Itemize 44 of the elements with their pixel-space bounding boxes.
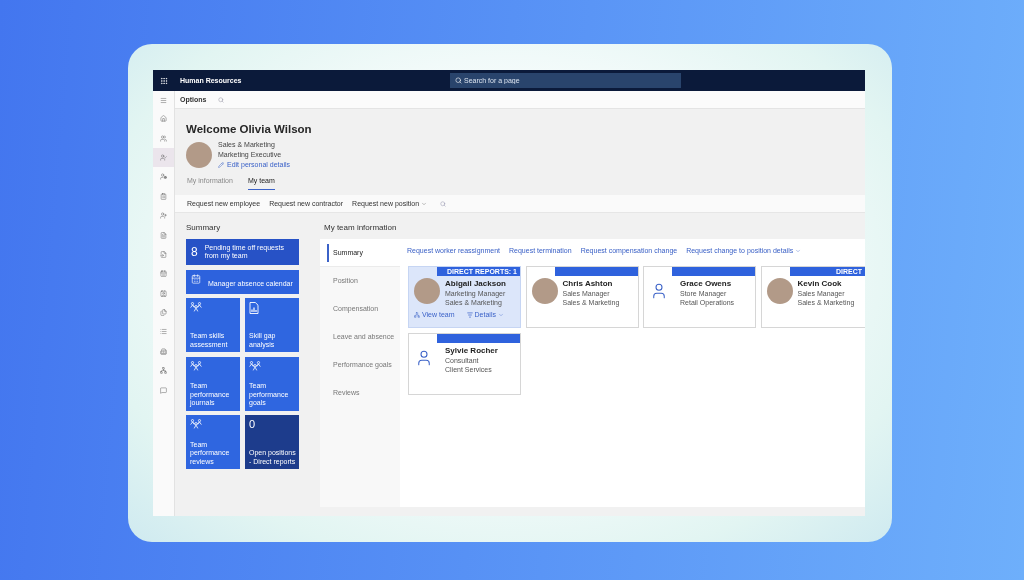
worker-name: Chris Ashton [562, 279, 614, 289]
nav-item[interactable] [153, 147, 174, 168]
search-icon [455, 77, 462, 84]
people-icon [160, 134, 167, 142]
team-icon [249, 360, 261, 371]
avatar-placeholder [414, 278, 440, 304]
welcome-heading: Welcome Olivia Wilson [186, 122, 313, 136]
app-launcher-icon[interactable] [160, 76, 168, 85]
user-plus-icon [160, 212, 167, 220]
worker-name: Grace Owens [680, 279, 733, 289]
team-icon [190, 419, 202, 429]
user-gear-icon [160, 173, 167, 181]
document-icon [160, 231, 167, 239]
calendar-icon [160, 270, 167, 278]
building-icon [160, 347, 167, 355]
avatar-placeholder [186, 142, 212, 168]
worker-name: Kevin Cook [797, 279, 843, 289]
calendar-icon [191, 273, 201, 284]
section-heading: My team information [323, 222, 398, 234]
search-icon[interactable] [218, 96, 225, 103]
section-heading: Summary [186, 222, 222, 234]
person-icon [650, 282, 668, 300]
contact-card-icon [160, 289, 167, 297]
user-check-icon [160, 153, 167, 161]
team-icon [190, 302, 202, 312]
filter-icon [466, 312, 473, 318]
clipboard-icon [160, 192, 167, 200]
person-icon [415, 349, 433, 367]
pencil-icon [218, 162, 224, 168]
documents-icon [160, 309, 167, 317]
avatar-placeholder [531, 278, 558, 304]
hierarchy-icon [414, 312, 420, 318]
chart-document-icon [249, 302, 259, 314]
worker-name: Abigail Jackson [445, 279, 506, 289]
worker-name: Sylvie Rocher [445, 346, 498, 356]
document-arrow-icon [160, 250, 167, 258]
chat-icon [160, 386, 167, 394]
hierarchy-icon [160, 367, 167, 375]
avatar-placeholder [766, 278, 793, 304]
search-icon[interactable] [440, 200, 447, 207]
team-icon [190, 360, 202, 371]
home-icon [160, 115, 167, 123]
list-icon [160, 328, 167, 336]
menu-icon [160, 96, 167, 104]
